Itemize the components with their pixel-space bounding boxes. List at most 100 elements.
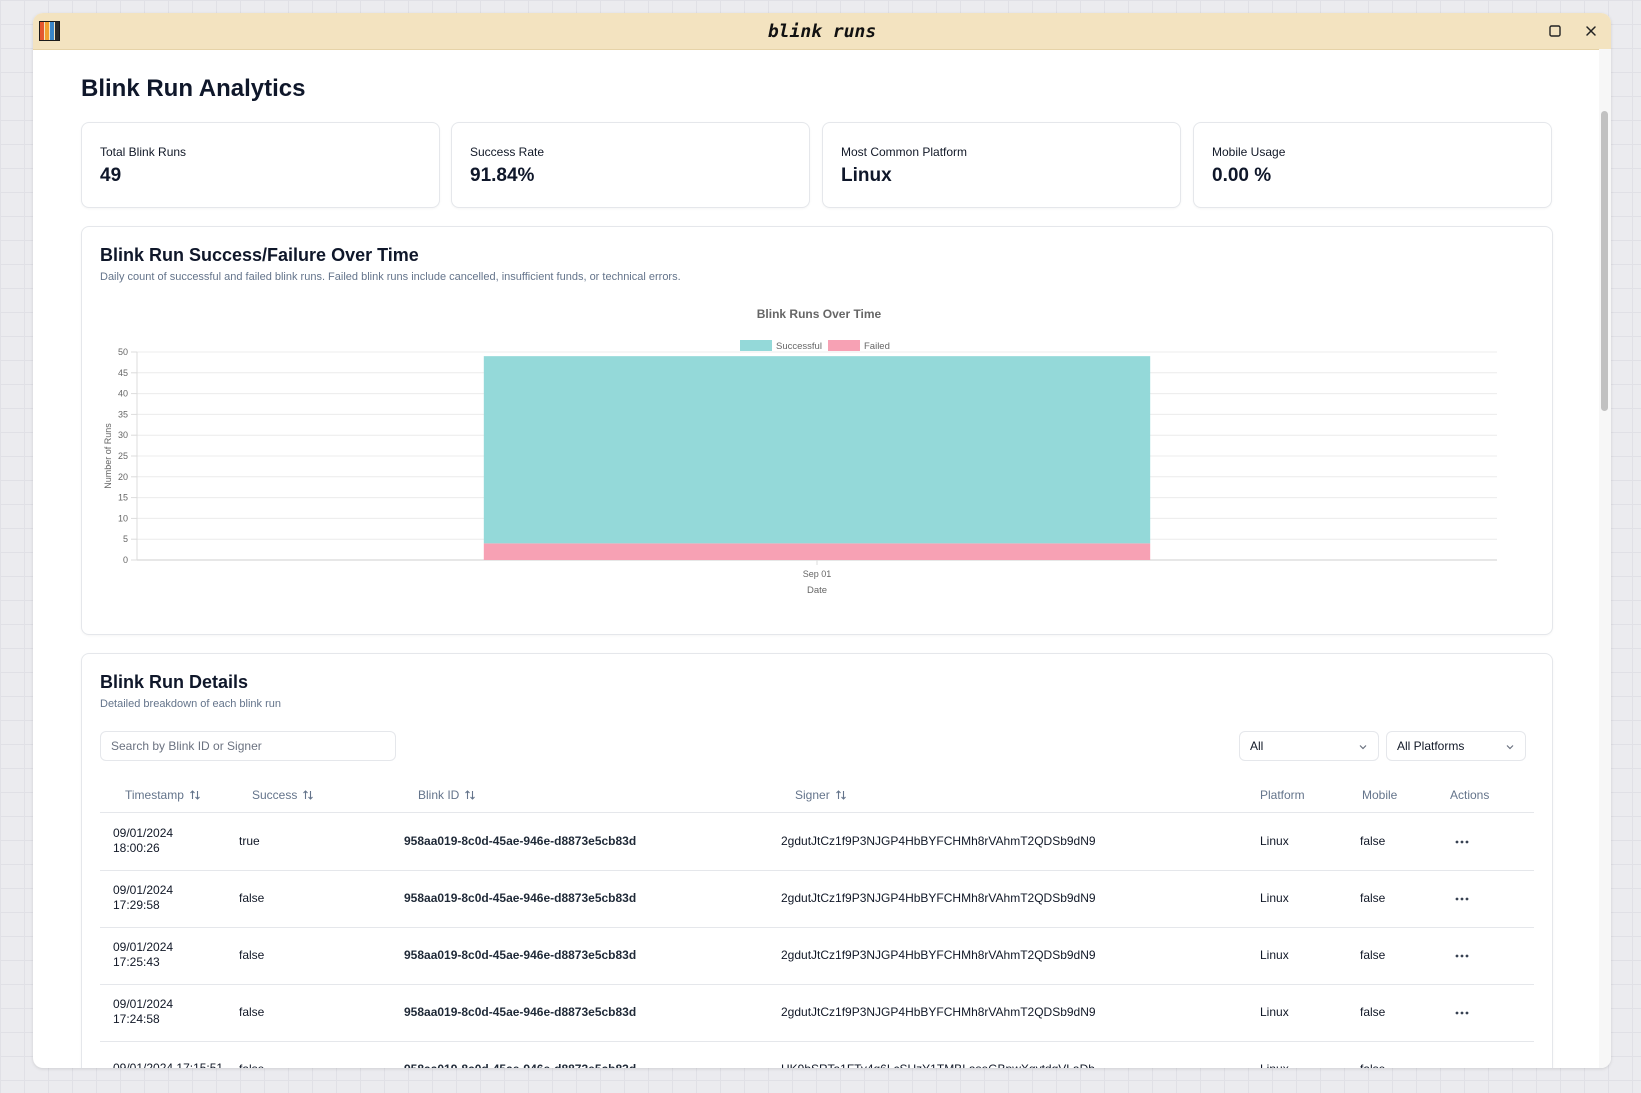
y-tick-label-6: 30	[118, 430, 128, 440]
platform-cell: Linux	[1260, 1005, 1289, 1019]
maximize-icon[interactable]	[1545, 21, 1565, 41]
y-tick-label-3: 15	[118, 493, 128, 503]
x-axis-label: Date	[807, 585, 827, 596]
mobile-cell: false	[1360, 1062, 1385, 1068]
blink-id-cell: 958aa019-8c0d-45ae-946e-d8873e5cb83d	[404, 834, 637, 848]
column-header-mobile: Mobile	[1362, 788, 1398, 802]
stat-card-common-platform: Most Common Platform Linux	[822, 122, 1181, 208]
sort-icon	[303, 790, 314, 800]
y-axis-label: Number of Runs	[103, 423, 113, 489]
chevron-down-icon	[1359, 745, 1367, 750]
mobile-cell: false	[1360, 1005, 1386, 1019]
y-tick-label-0: 0	[123, 555, 128, 565]
column-header-success[interactable]: Success	[252, 788, 314, 802]
platform-cell: Linux	[1260, 948, 1289, 962]
table-row[interactable]: 09/01/2024 17:24:58 false 958aa019-8c0d-45a…	[100, 984, 1534, 1042]
table-row[interactable]: 09/01/2024 18:00:26 true 958aa019-8c0d-45ae…	[100, 813, 1534, 871]
mobile-cell: false	[1360, 834, 1386, 848]
signer-cell: HK9bSRTa1FTy4q6LcSUzY1TMBLaseGBpwXqytdgV…	[781, 1062, 1095, 1068]
stat-value: 0.00 %	[1212, 165, 1272, 186]
stat-value: 91.84%	[470, 165, 535, 186]
signer-cell: 2gdutJtCz1f9P3NJGP4HbBYFCHMh8rVAhmT2QDSb…	[781, 948, 1096, 962]
y-tick-label-4: 20	[118, 472, 128, 482]
success-cell: false	[239, 948, 265, 962]
success-cell: false	[239, 1062, 264, 1068]
mobile-cell: false	[1360, 891, 1386, 905]
y-tick-label-2: 10	[118, 513, 128, 523]
close-icon[interactable]	[1581, 21, 1601, 41]
stat-value: 49	[100, 165, 122, 186]
sort-icon	[835, 790, 846, 800]
success-cell: false	[239, 1005, 265, 1019]
signer-cell: 2gdutJtCz1f9P3NJGP4HbBYFCHMh8rVAhmT2QDSb…	[781, 834, 1096, 848]
success-cell: true	[239, 834, 260, 848]
bar-successful-0	[483, 356, 1151, 544]
more-actions-icon[interactable]	[1450, 1003, 1474, 1023]
bar-chart: Blink Runs Over Time Successful Failed 0 5 10…	[103, 307, 1497, 596]
scrollbar[interactable]	[1599, 49, 1611, 1068]
signer-cell: 2gdutJtCz1f9P3NJGP4HbBYFCHMh8rVAhmT2QDSb…	[781, 891, 1096, 905]
platform-cell: Linux	[1260, 1062, 1289, 1068]
main-content: Blink Run Analytics Total Blink Runs 49 …	[33, 49, 1611, 1068]
sort-icon	[190, 790, 200, 800]
stat-label: Most Common Platform	[841, 145, 968, 159]
stat-value: Linux	[841, 165, 892, 186]
title-bar[interactable]: blink runs	[33, 13, 1611, 50]
stat-label: Success Rate	[470, 145, 545, 159]
details-title: Blink Run Details	[100, 672, 249, 692]
column-header-blink-id[interactable]: Blink ID	[418, 788, 476, 802]
blink-id-cell: 958aa019-8c0d-45ae-946e-d8873e5cb83d	[404, 948, 637, 962]
blink-id-cell: 958aa019-8c0d-45ae-946e-d8873e5cb83d	[404, 1005, 637, 1019]
chart-section-description: Daily count of successful and failed bli…	[100, 271, 681, 283]
y-tick-label-8: 40	[118, 389, 128, 399]
y-tick-label-10: 50	[118, 347, 128, 357]
chevron-down-icon	[1506, 745, 1514, 750]
y-tick-label-7: 35	[118, 409, 128, 419]
column-header-platform: Platform	[1260, 788, 1305, 802]
chart-title: Blink Runs Over Time	[757, 307, 882, 321]
details-card: Blink Run Details Detailed breakdown of …	[81, 653, 1553, 1068]
blink-id-cell: 958aa019-8c0d-45ae-946e-d8873e5cb83d	[404, 1062, 636, 1068]
platform-filter-select[interactable]: All Platforms	[1386, 731, 1526, 761]
table-row[interactable]: 09/01/2024 17:15:51 false 958aa019-8c0d-45…	[100, 1041, 1534, 1068]
stat-card-total-runs: Total Blink Runs 49	[81, 122, 440, 208]
platform-filter-value: All Platforms	[1397, 739, 1465, 753]
timestamp-cell: 09/01/2024 17:15:51	[113, 1061, 224, 1068]
platform-cell: Linux	[1260, 891, 1289, 905]
column-header-actions: Actions	[1450, 788, 1490, 802]
sort-icon	[465, 790, 476, 800]
mobile-cell: false	[1360, 948, 1386, 962]
more-actions-icon[interactable]	[1450, 889, 1474, 909]
success-cell: false	[239, 891, 265, 905]
signer-cell: 2gdutJtCz1f9P3NJGP4HbBYFCHMh8rVAhmT2QDSb…	[781, 1005, 1096, 1019]
table-row[interactable]: 09/01/2024 17:29:58 false 958aa019-8c0d-45a…	[100, 870, 1534, 928]
stat-card-success-rate: Success Rate 91.84%	[451, 122, 810, 208]
legend-label-0: Successful	[776, 341, 822, 352]
table-row[interactable]: 09/01/2024 17:25:43 false 958aa019-8c0d-45a…	[100, 927, 1534, 985]
column-header-timestamp[interactable]: Timestamp	[125, 788, 201, 802]
search-input[interactable]	[100, 731, 396, 761]
page-title: Blink Run Analytics	[81, 75, 306, 102]
blink-id-cell: 958aa019-8c0d-45ae-946e-d8873e5cb83d	[404, 891, 637, 905]
more-actions-icon[interactable]	[1450, 832, 1474, 852]
stat-label: Mobile Usage	[1212, 145, 1286, 159]
app-window: blink runs Blink Run Analytics Total Bli…	[33, 13, 1611, 1068]
details-description: Detailed breakdown of each blink run	[100, 698, 282, 710]
status-filter-select[interactable]: All	[1239, 731, 1379, 761]
y-tick-label-9: 45	[118, 368, 128, 378]
scrollbar-thumb[interactable]	[1601, 111, 1608, 411]
x-tick-label-0: Sep 01	[803, 569, 832, 579]
more-actions-icon[interactable]	[1450, 946, 1474, 966]
legend-swatch-0	[740, 340, 772, 351]
column-header-signer[interactable]: Signer	[795, 788, 847, 802]
timestamp-cell: 09/01/2024 17:24:58	[113, 997, 174, 1026]
stat-label: Total Blink Runs	[100, 145, 187, 159]
timestamp-cell: 09/01/2024 17:25:43	[113, 940, 174, 969]
y-tick-label-5: 25	[118, 451, 128, 461]
legend-label-1: Failed	[864, 341, 890, 352]
more-actions-icon[interactable]	[1450, 1060, 1474, 1068]
bar-failed-0	[483, 543, 1151, 560]
stat-card-mobile-usage: Mobile Usage 0.00 %	[1193, 122, 1552, 208]
y-tick-label-1: 5	[123, 534, 128, 544]
platform-cell: Linux	[1260, 834, 1289, 848]
